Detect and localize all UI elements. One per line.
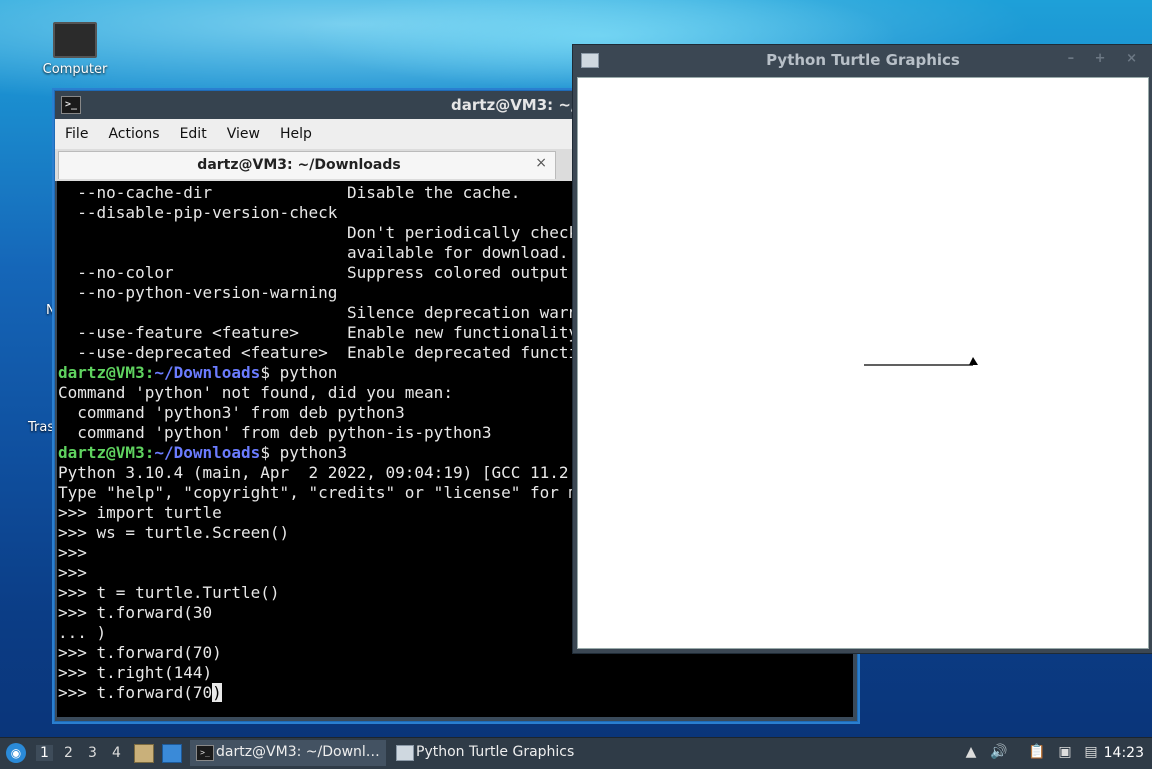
task-terminal[interactable]: >_ dartz@VM3: ~/Downl… bbox=[190, 740, 386, 766]
command-text: $ python bbox=[260, 363, 338, 382]
prompt-user: dartz@VM3 bbox=[58, 363, 145, 382]
output-text: command 'python3' from deb python3 bbox=[58, 403, 405, 422]
output-text: >>> t.forward(70 bbox=[58, 683, 213, 702]
output-text: >>> bbox=[58, 543, 87, 562]
volume-icon[interactable]: 🔊 bbox=[990, 744, 1008, 762]
output-text: --disable-pip-version-check bbox=[58, 203, 338, 222]
prompt-path: ~/Downloads bbox=[154, 443, 261, 462]
workspace-3[interactable]: 3 bbox=[88, 745, 97, 761]
clock: 14:23 bbox=[1103, 745, 1144, 761]
desktop-icon-label-trash[interactable]: Tras bbox=[28, 420, 54, 435]
menu-edit[interactable]: Edit bbox=[170, 119, 217, 142]
app-menu-icon[interactable]: ◉ bbox=[6, 743, 26, 763]
output-text: >>> t.forward(70) bbox=[58, 643, 222, 662]
task-label: dartz@VM3: ~/Downl… bbox=[216, 744, 380, 760]
turtle-arrow-icon bbox=[969, 357, 978, 365]
desktop-icon-computer[interactable]: Computer bbox=[30, 22, 120, 77]
desktop-icon-label: Computer bbox=[42, 62, 108, 77]
prompt-separator: : bbox=[144, 443, 155, 462]
computer-icon bbox=[53, 22, 97, 58]
menu-view[interactable]: View bbox=[217, 119, 270, 142]
output-text: --no-python-version-warning bbox=[58, 283, 338, 302]
menu-file[interactable]: File bbox=[55, 119, 98, 142]
close-tab-icon[interactable]: × bbox=[535, 155, 547, 171]
turtle-canvas[interactable] bbox=[577, 77, 1149, 649]
output-text: >>> t.right(144) bbox=[58, 663, 213, 682]
output-text: command 'python' from deb python-is-pyth… bbox=[58, 423, 492, 442]
notifications-icon[interactable]: ▲ bbox=[962, 744, 980, 762]
task-label: Python Turtle Graphics bbox=[416, 744, 575, 760]
workspace-4[interactable]: 4 bbox=[112, 745, 121, 761]
show-desktop-icon[interactable] bbox=[162, 744, 182, 763]
turtle-titlebar[interactable]: Python Turtle Graphics – + × bbox=[573, 45, 1152, 75]
network-icon[interactable]: ▣ bbox=[1056, 744, 1074, 762]
window-title: Python Turtle Graphics bbox=[766, 51, 960, 69]
tab-label: dartz@VM3: ~/Downloads bbox=[197, 157, 401, 173]
output-text: >>> import turtle bbox=[58, 503, 222, 522]
taskbar: ◉ 1 2 3 4 >_ dartz@VM3: ~/Downl… Python … bbox=[0, 737, 1152, 769]
terminal-line: >>> t.forward(70) bbox=[58, 683, 853, 703]
output-text: >>> bbox=[58, 563, 87, 582]
menu-help[interactable]: Help bbox=[270, 119, 322, 142]
file-manager-icon[interactable] bbox=[134, 744, 154, 763]
output-text: ... ) bbox=[58, 623, 107, 642]
task-turtle[interactable]: Python Turtle Graphics bbox=[390, 740, 590, 766]
terminal-icon: >_ bbox=[196, 745, 214, 761]
window-icon bbox=[396, 745, 414, 761]
turtle-window[interactable]: Python Turtle Graphics – + × bbox=[572, 44, 1152, 654]
window-controls[interactable]: – + × bbox=[1068, 51, 1145, 66]
output-text: >>> t = turtle.Turtle() bbox=[58, 583, 280, 602]
prompt-path: ~/Downloads bbox=[154, 363, 261, 382]
terminal-line: >>> t.right(144) bbox=[58, 663, 853, 683]
tab-terminal[interactable]: dartz@VM3: ~/Downloads × bbox=[58, 151, 556, 179]
output-text: Command 'python' not found, did you mean… bbox=[58, 383, 453, 402]
menu-actions[interactable]: Actions bbox=[98, 119, 169, 142]
chat-icon[interactable]: ▤ bbox=[1082, 744, 1100, 762]
command-text: $ python3 bbox=[260, 443, 348, 462]
output-text: >>> ws = turtle.Screen() bbox=[58, 523, 290, 542]
clipboard-icon[interactable]: 📋 bbox=[1028, 744, 1046, 762]
output-text: --no-color Suppress colored output. bbox=[58, 263, 579, 282]
output-text: >>> t.forward(30 bbox=[58, 603, 213, 622]
text-cursor: ) bbox=[212, 683, 222, 702]
output-text: --no-cache-dir Disable the cache. bbox=[58, 183, 521, 202]
workspace-2[interactable]: 2 bbox=[64, 745, 73, 761]
prompt-user: dartz@VM3 bbox=[58, 443, 145, 462]
prompt-separator: : bbox=[144, 363, 155, 382]
workspace-1[interactable]: 1 bbox=[36, 745, 53, 761]
turtle-drawing bbox=[864, 357, 978, 366]
